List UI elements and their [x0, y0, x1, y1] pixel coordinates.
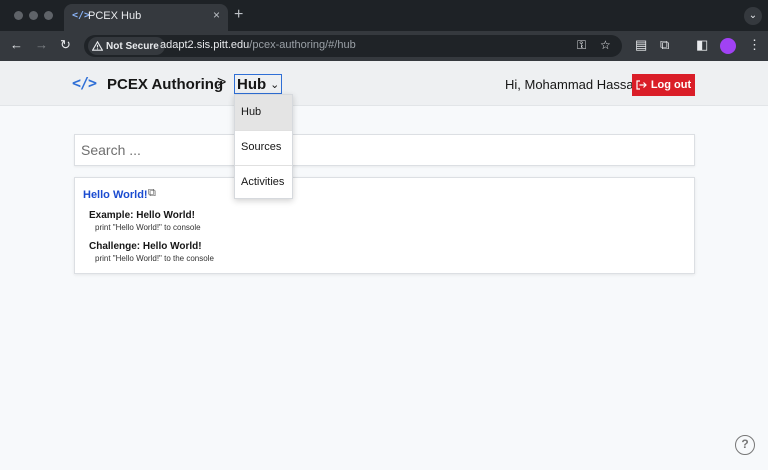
close-tab-icon[interactable]: ×: [213, 8, 220, 22]
external-link-icon[interactable]: ⧉: [148, 187, 156, 200]
side-panel-icon[interactable]: ◧: [696, 37, 708, 53]
key-icon[interactable]: ⚿: [577, 38, 586, 53]
example-title: Example: Hello World!: [89, 210, 195, 221]
warning-icon: [92, 41, 103, 51]
browser-tab[interactable]: </> PCEX Hub ×: [64, 4, 228, 31]
url-host: adapt2.sis.pitt.edu: [160, 39, 250, 51]
url-path: /pcex-authoring/#/hub: [249, 39, 356, 51]
search-field[interactable]: [74, 134, 695, 166]
new-tab-button[interactable]: +: [234, 6, 243, 24]
code-logo-icon[interactable]: </>: [72, 74, 97, 92]
app-header: </> PCEX Authoring > Hub ⌄ Hi, Mohammad …: [0, 61, 768, 106]
profile-icon[interactable]: [720, 38, 736, 54]
browser-toolbar: ← → ↻ Not Secure adapt2.sis.pitt.edu/pce…: [0, 31, 768, 61]
forward-icon[interactable]: →: [35, 37, 48, 52]
user-greeting: Hi, Mohammad Hassany: [505, 77, 648, 92]
card-title-link[interactable]: Hello World!: [83, 189, 148, 201]
section-selector[interactable]: Hub ⌄: [234, 74, 283, 94]
reload-icon[interactable]: ↻: [60, 37, 71, 53]
breadcrumb-separator: >: [217, 74, 227, 91]
page-content: </> PCEX Authoring > Hub ⌄ Hi, Mohammad …: [0, 61, 768, 470]
brand-title[interactable]: PCEX Authoring: [107, 76, 223, 93]
dropdown-item-hub[interactable]: Hub: [235, 95, 292, 130]
section-selector-label: Hub: [237, 75, 267, 93]
star-icon[interactable]: ☆: [600, 38, 611, 52]
chevron-down-icon: ⌄: [270, 78, 280, 91]
reading-list-icon[interactable]: ▤: [635, 37, 647, 53]
menu-icon[interactable]: ⋮: [748, 37, 761, 53]
close-window-button[interactable]: [14, 11, 23, 20]
extensions-icon[interactable]: ⧉: [660, 37, 669, 53]
search-input[interactable]: [75, 135, 694, 165]
security-chip[interactable]: Not Secure: [88, 37, 165, 55]
challenge-title: Challenge: Hello World!: [89, 241, 202, 252]
logout-icon: [636, 80, 647, 90]
tab-search-button[interactable]: ⌄: [744, 7, 762, 25]
logout-label: Log out: [650, 79, 692, 91]
activity-card: Hello World! ⧉ Example: Hello World! pri…: [74, 177, 695, 274]
security-label: Not Secure: [106, 40, 159, 52]
tab-title: PCEX Hub: [88, 10, 142, 22]
help-icon[interactable]: ?: [735, 435, 755, 455]
challenge-description: print "Hello World!" to the console: [95, 254, 214, 263]
dropdown-item-sources[interactable]: Sources: [235, 130, 292, 165]
browser-tab-bar: </> PCEX Hub × + ⌄: [0, 0, 768, 31]
section-dropdown-menu: Hub Sources Activities: [234, 94, 293, 199]
dropdown-item-activities[interactable]: Activities: [235, 165, 292, 200]
example-description: print "Hello World!" to console: [95, 223, 201, 232]
logout-button[interactable]: Log out: [632, 74, 695, 96]
back-icon[interactable]: ←: [10, 37, 23, 52]
url-text[interactable]: adapt2.sis.pitt.edu/pcex-authoring/#/hub: [160, 39, 356, 51]
maximize-window-button[interactable]: [44, 11, 53, 20]
minimize-window-button[interactable]: [29, 11, 38, 20]
address-bar[interactable]: Not Secure adapt2.sis.pitt.edu/pcex-auth…: [84, 35, 622, 57]
